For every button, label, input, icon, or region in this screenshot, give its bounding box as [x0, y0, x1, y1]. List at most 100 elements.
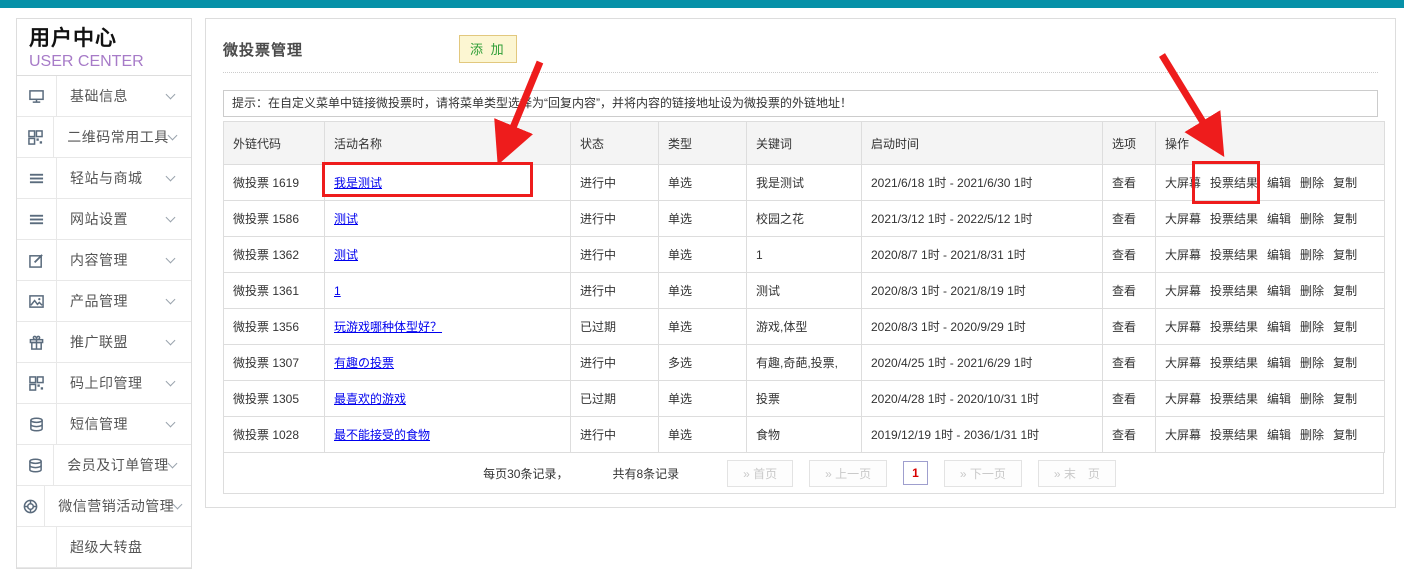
edit-link[interactable]: 编辑	[1267, 176, 1291, 190]
big-screen-link[interactable]: 大屏幕	[1165, 248, 1201, 262]
big-screen-link[interactable]: 大屏幕	[1165, 284, 1201, 298]
activity-name-link[interactable]: 玩游戏哪种体型好？	[334, 320, 442, 334]
cell-status: 已过期	[571, 309, 659, 345]
vote-result-link[interactable]: 投票结果	[1210, 176, 1258, 190]
copy-link[interactable]: 复制	[1333, 356, 1357, 370]
activity-name-link[interactable]: 我是测试	[334, 176, 382, 190]
delete-link[interactable]: 删除	[1300, 392, 1324, 406]
big-screen-link[interactable]: 大屏幕	[1165, 212, 1201, 226]
activity-name-link[interactable]: 测试	[334, 248, 358, 262]
sidebar-item-9[interactable]: 会员及订单管理	[17, 445, 191, 486]
edit-link[interactable]: 编辑	[1267, 212, 1291, 226]
copy-link[interactable]: 复制	[1333, 176, 1357, 190]
vote-result-link[interactable]: 投票结果	[1210, 212, 1258, 226]
sidebar-item-5[interactable]: 产品管理	[17, 281, 191, 322]
cell-status: 进行中	[571, 165, 659, 201]
cell-activity-name: 测试	[325, 237, 571, 273]
activity-name-link[interactable]: 1	[334, 284, 341, 298]
edit-link[interactable]: 编辑	[1267, 248, 1291, 262]
delete-link[interactable]: 删除	[1300, 356, 1324, 370]
view-link[interactable]: 查看	[1103, 309, 1156, 345]
vote-result-link[interactable]: 投票结果	[1210, 248, 1258, 262]
prev-page-button[interactable]: » 上一页	[809, 460, 887, 487]
edit-link[interactable]: 编辑	[1267, 320, 1291, 334]
copy-link[interactable]: 复制	[1333, 320, 1357, 334]
activity-name-link[interactable]: 有趣の投票	[334, 356, 394, 370]
sidebar-item-0[interactable]: 基础信息	[17, 76, 191, 117]
edit-link[interactable]: 编辑	[1267, 428, 1291, 442]
table-row: 微投票 1028 最不能接受的食物 进行中 单选 食物 2019/12/19 1…	[224, 417, 1385, 453]
view-link[interactable]: 查看	[1103, 273, 1156, 309]
cell-keywords: 测试	[747, 273, 862, 309]
add-button[interactable]: 添 加	[459, 35, 517, 63]
last-page-button[interactable]: » 末 页	[1038, 460, 1116, 487]
col-header-actions: 操作	[1156, 122, 1385, 165]
cell-keywords: 投票	[747, 381, 862, 417]
view-link[interactable]: 查看	[1103, 417, 1156, 453]
next-page-button[interactable]: » 下一页	[944, 460, 1022, 487]
page: 用户中心 USER CENTER 基础信息 二维码常用工具 轻站与商城 网站设置…	[0, 0, 1404, 570]
votes-table: 外链代码 活动名称 状态 类型 关键词 启动时间 选项 操作 微投票 1619 …	[223, 121, 1385, 453]
chevron-down-icon	[169, 117, 191, 157]
view-link[interactable]: 查看	[1103, 201, 1156, 237]
first-page-button[interactable]: » 首页	[727, 460, 793, 487]
big-screen-link[interactable]: 大屏幕	[1165, 176, 1201, 190]
cell-status: 进行中	[571, 417, 659, 453]
cell-activity-name: 1	[325, 273, 571, 309]
cell-keywords: 校园之花	[747, 201, 862, 237]
big-screen-link[interactable]: 大屏幕	[1165, 320, 1201, 334]
sidebar-item-7[interactable]: 码上印管理	[17, 363, 191, 404]
sidebar-item-11[interactable]: 超级大转盘	[17, 527, 191, 568]
delete-link[interactable]: 删除	[1300, 212, 1324, 226]
chevron-down-icon	[167, 363, 191, 403]
view-link[interactable]: 查看	[1103, 345, 1156, 381]
sidebar-header: 用户中心 USER CENTER	[17, 19, 191, 76]
copy-link[interactable]: 复制	[1333, 212, 1357, 226]
edit-link[interactable]: 编辑	[1267, 392, 1291, 406]
sidebar-item-3[interactable]: 网站设置	[17, 199, 191, 240]
cell-code: 微投票 1305	[224, 381, 325, 417]
cell-status: 已过期	[571, 381, 659, 417]
sidebar-item-2[interactable]: 轻站与商城	[17, 158, 191, 199]
big-screen-link[interactable]: 大屏幕	[1165, 356, 1201, 370]
copy-link[interactable]: 复制	[1333, 248, 1357, 262]
delete-link[interactable]: 删除	[1300, 248, 1324, 262]
cell-code: 微投票 1362	[224, 237, 325, 273]
sidebar-item-1[interactable]: 二维码常用工具	[17, 117, 191, 158]
vote-result-link[interactable]: 投票结果	[1210, 284, 1258, 298]
sidebar-item-4[interactable]: 内容管理	[17, 240, 191, 281]
copy-link[interactable]: 复制	[1333, 428, 1357, 442]
activity-name-link[interactable]: 最喜欢的游戏	[334, 392, 406, 406]
copy-link[interactable]: 复制	[1333, 392, 1357, 406]
sidebar-item-6[interactable]: 推广联盟	[17, 322, 191, 363]
vote-result-link[interactable]: 投票结果	[1210, 392, 1258, 406]
cell-activity-name: 玩游戏哪种体型好？	[325, 309, 571, 345]
cell-type: 单选	[659, 381, 747, 417]
edit-link[interactable]: 编辑	[1267, 284, 1291, 298]
copy-link[interactable]: 复制	[1333, 284, 1357, 298]
cell-keywords: 游戏,体型	[747, 309, 862, 345]
top-accent-bar	[0, 0, 1404, 8]
big-screen-link[interactable]: 大屏幕	[1165, 392, 1201, 406]
delete-link[interactable]: 删除	[1300, 284, 1324, 298]
big-screen-link[interactable]: 大屏幕	[1165, 428, 1201, 442]
page-title: 微投票管理	[223, 39, 303, 60]
view-link[interactable]: 查看	[1103, 237, 1156, 273]
edit-link[interactable]: 编辑	[1267, 356, 1291, 370]
cell-start-time: 2021/3/12 1时 - 2022/5/12 1时	[862, 201, 1103, 237]
chevron-down-icon	[167, 322, 191, 362]
sidebar-item-10[interactable]: 微信营销活动管理	[17, 486, 191, 527]
vote-result-link[interactable]: 投票结果	[1210, 320, 1258, 334]
activity-name-link[interactable]: 测试	[334, 212, 358, 226]
sidebar-item-8[interactable]: 短信管理	[17, 404, 191, 445]
view-link[interactable]: 查看	[1103, 381, 1156, 417]
delete-link[interactable]: 删除	[1300, 428, 1324, 442]
delete-link[interactable]: 删除	[1300, 176, 1324, 190]
activity-name-link[interactable]: 最不能接受的食物	[334, 428, 430, 442]
vote-result-link[interactable]: 投票结果	[1210, 356, 1258, 370]
delete-link[interactable]: 删除	[1300, 320, 1324, 334]
vote-result-link[interactable]: 投票结果	[1210, 428, 1258, 442]
main-panel: 微投票管理 添 加 提示：在自定义菜单中链接微投票时，请将菜单类型选择为“回复内…	[205, 18, 1396, 508]
pagination-bar: 每页30条记录， 共有8条记录 » 首页 » 上一页 1 » 下一页 » 末 页	[223, 453, 1384, 494]
view-link[interactable]: 查看	[1103, 165, 1156, 201]
